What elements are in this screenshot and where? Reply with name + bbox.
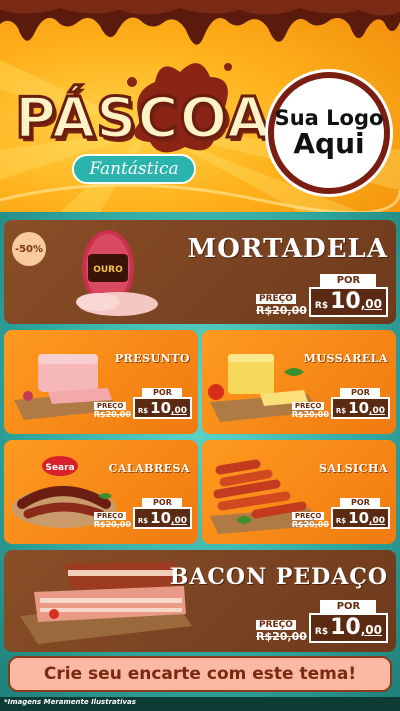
preco-label: PREÇO bbox=[255, 620, 296, 630]
discount-badge: -50% bbox=[12, 232, 46, 266]
product-card-calabresa[interactable]: Seara CALABRESA PREÇO R$20,00 POR R$ 10 … bbox=[4, 440, 198, 544]
logo-placeholder[interactable]: Sua Logo Aqui bbox=[268, 72, 390, 194]
price-int: 10 bbox=[330, 615, 361, 640]
currency: R$ bbox=[137, 517, 149, 525]
product-name: PRESUNTO bbox=[114, 352, 190, 365]
price-cents: ,00 bbox=[369, 406, 385, 416]
preco-label: PREÇO bbox=[93, 402, 127, 410]
por-label: POR bbox=[320, 274, 377, 287]
old-price: R$20,00 bbox=[291, 410, 329, 419]
product-card-mussarela[interactable]: MUSSARELA PREÇO R$20,00 POR R$ 10 ,00 bbox=[202, 330, 396, 434]
logo-line-2: Aqui bbox=[293, 127, 365, 161]
mortadela-image: OURO bbox=[76, 230, 158, 316]
product-card-presunto[interactable]: PRESUNTO PREÇO R$20,00 POR R$ 10 ,00 bbox=[4, 330, 198, 434]
product-card-mortadela[interactable]: -50% OURO MORTADELA PREÇO R$20,00 POR R$… bbox=[4, 220, 396, 324]
new-price: R$ 10 ,00 bbox=[132, 507, 192, 529]
preco-label: PREÇO bbox=[291, 402, 325, 410]
price-int: 10 bbox=[348, 509, 370, 527]
price-int: 10 bbox=[348, 399, 370, 417]
price-int: 10 bbox=[150, 399, 172, 417]
currency: R$ bbox=[335, 517, 347, 525]
subtitle-pill: Fantástica bbox=[72, 154, 196, 184]
preco-label: PREÇO bbox=[93, 512, 127, 520]
por-label: POR bbox=[320, 600, 377, 613]
product-card-salsicha[interactable]: SALSICHA PREÇO R$20,00 POR R$ 10 ,00 bbox=[202, 440, 396, 544]
product-name: CALABRESA bbox=[108, 462, 190, 475]
price-tag: PREÇO R$20,00 POR R$ 10 ,00 bbox=[291, 498, 390, 529]
chocolate-drip bbox=[0, 0, 400, 45]
new-price: R$ 10 ,00 bbox=[132, 397, 192, 419]
price-cents: ,00 bbox=[171, 516, 187, 526]
product-name: MUSSARELA bbox=[303, 352, 388, 365]
price-tag: PREÇO R$20,00 POR R$ 10 ,00 bbox=[255, 600, 388, 643]
price-cents: ,00 bbox=[369, 516, 385, 526]
new-price: R$ 10 ,00 bbox=[330, 397, 390, 419]
price-int: 10 bbox=[150, 509, 172, 527]
product-name: MORTADELA bbox=[187, 234, 388, 264]
product-name: SALSICHA bbox=[319, 462, 388, 475]
disclaimer-text: *Imagens Meramente Ilustrativas bbox=[4, 698, 136, 706]
preco-label: PREÇO bbox=[255, 294, 296, 304]
por-label: POR bbox=[142, 388, 183, 397]
price-tag: PREÇO R$20,00 POR R$ 10 ,00 bbox=[93, 498, 192, 529]
page-title: PÁSCOA bbox=[13, 86, 272, 151]
new-price: R$ 10 ,00 bbox=[308, 287, 388, 317]
price-tag: PREÇO R$20,00 POR R$ 10 ,00 bbox=[255, 274, 388, 317]
cta-banner[interactable]: Crie seu encarte com este tema! bbox=[8, 656, 392, 692]
currency: R$ bbox=[137, 407, 149, 415]
preco-label: PREÇO bbox=[291, 512, 325, 520]
price-tag: PREÇO R$20,00 POR R$ 10 ,00 bbox=[93, 388, 192, 419]
price-cents: ,00 bbox=[360, 297, 382, 311]
new-price: R$ 10 ,00 bbox=[330, 507, 390, 529]
currency: R$ bbox=[314, 627, 329, 637]
old-price: R$20,00 bbox=[255, 304, 307, 317]
product-name: BACON PEDAÇO bbox=[169, 564, 388, 590]
old-price: R$20,00 bbox=[93, 520, 131, 529]
currency: R$ bbox=[314, 301, 329, 311]
header-banner: PÁSCOA Fantástica Sua Logo Aqui bbox=[0, 0, 400, 212]
new-price: R$ 10 ,00 bbox=[308, 613, 388, 643]
old-price: R$20,00 bbox=[93, 410, 131, 419]
svg-text:OURO: OURO bbox=[93, 265, 123, 275]
por-label: POR bbox=[340, 388, 381, 397]
por-label: POR bbox=[340, 498, 381, 507]
product-card-bacon[interactable]: BACON PEDAÇO PREÇO R$20,00 POR R$ 10 ,00 bbox=[4, 550, 396, 652]
price-tag: PREÇO R$20,00 POR R$ 10 ,00 bbox=[291, 388, 390, 419]
price-int: 10 bbox=[330, 289, 361, 314]
logo-line-1: Sua Logo bbox=[274, 106, 384, 131]
price-cents: ,00 bbox=[171, 406, 187, 416]
por-label: POR bbox=[142, 498, 183, 507]
price-cents: ,00 bbox=[360, 623, 382, 637]
old-price: R$20,00 bbox=[255, 630, 307, 643]
old-price: R$20,00 bbox=[291, 520, 329, 529]
brand-logo: Seara bbox=[45, 463, 74, 473]
currency: R$ bbox=[335, 407, 347, 415]
